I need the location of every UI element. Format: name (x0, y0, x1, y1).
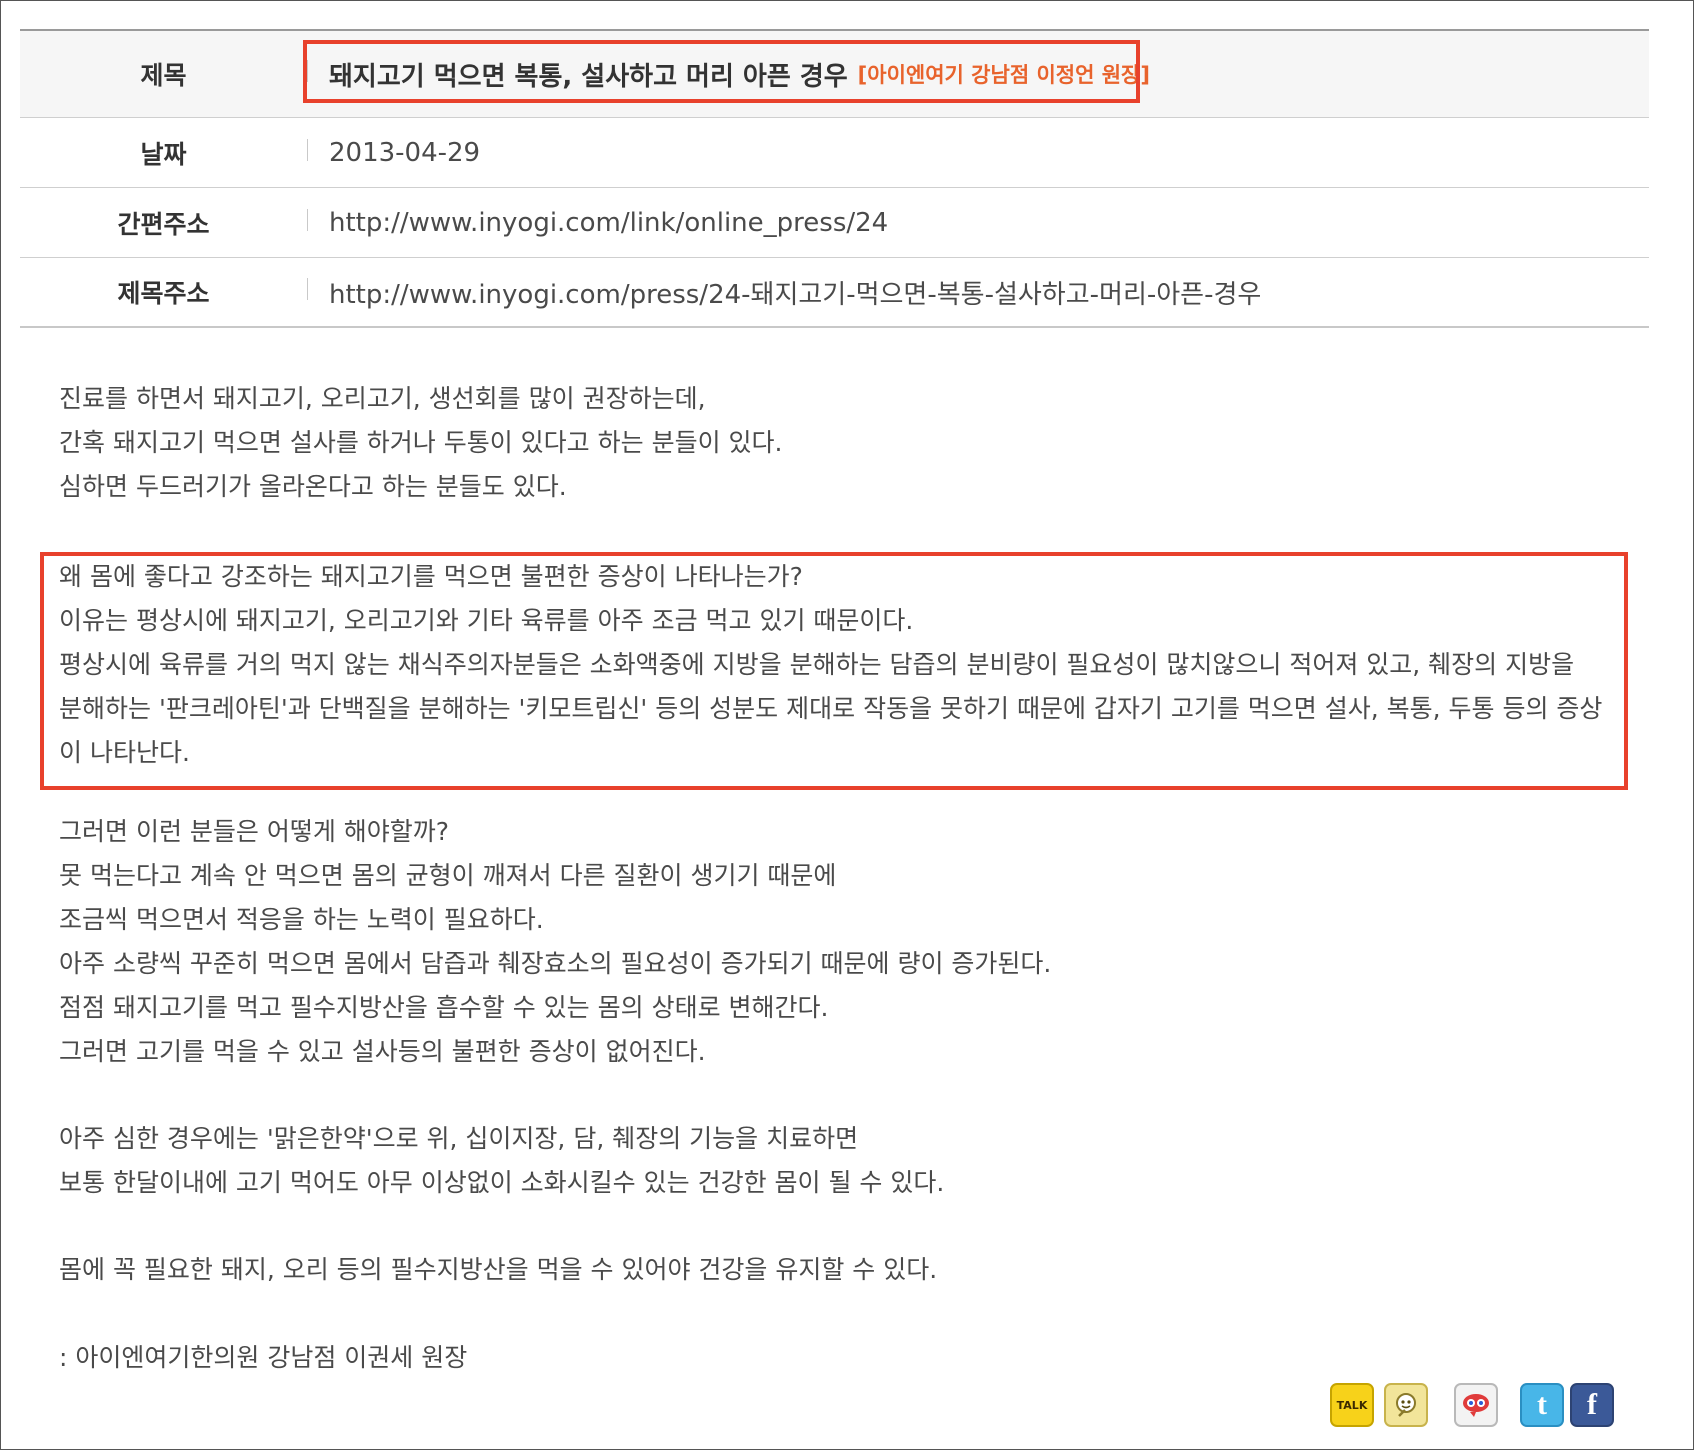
twitter-glyph: t (1537, 1388, 1547, 1421)
kakaotalk-icon[interactable]: TALK (1330, 1383, 1374, 1427)
signature-text: : 아이엔여기한의원 강남점 이권세 원장 (59, 1343, 468, 1372)
info-row-short-url: 간편주소 http://www.inyogi.com/link/online_p… (20, 188, 1649, 258)
signature: : 아이엔여기한의원 강남점 이권세 원장 (59, 1336, 1619, 1380)
text-line: 아주 심한 경우에는 '맑은한약'으로 위, 십이지장, 담, 췌장의 기능을 … (59, 1124, 859, 1153)
social-share-bar: TALK t f (1330, 1383, 1630, 1429)
yozm-icon[interactable] (1454, 1383, 1498, 1427)
short-url-value[interactable]: http://www.inyogi.com/link/online_press/… (329, 188, 1649, 257)
info-row-title-url: 제목주소 http://www.inyogi.com/press/24-돼지고기… (20, 258, 1649, 328)
text-line: 그러면 고기를 먹을 수 있고 설사등의 불편한 증상이 없어진다. (59, 1037, 706, 1066)
text-line: 그러면 이런 분들은 어떻게 해야할까? (59, 817, 450, 846)
text-line: 간혹 돼지고기 먹으면 설사를 하거나 두통이 있다고 하는 분들이 있다. (59, 428, 783, 457)
text-line: 몸에 꼭 필요한 돼지, 오리 등의 필수지방산을 먹을 수 있어야 건강을 유… (59, 1255, 938, 1284)
text-line: 왜 몸에 좋다고 강조하는 돼지고기를 먹으면 불편한 증상이 나타나는가? (59, 562, 803, 591)
info-row-date: 날짜 2013-04-29 (20, 118, 1649, 188)
label-short-url: 간편주소 (117, 209, 210, 239)
paragraph-solution: 그러면 이런 분들은 어떻게 해야할까? 못 먹는다고 계속 안 먹으면 몸의 … (59, 810, 1619, 1074)
facebook-icon[interactable]: f (1570, 1383, 1614, 1427)
paragraph-conclusion: 몸에 꼭 필요한 돼지, 오리 등의 필수지방산을 먹을 수 있어야 건강을 유… (59, 1248, 1619, 1292)
text-line: 진료를 하면서 돼지고기, 오리고기, 생선회를 많이 권장하는데, (59, 384, 706, 413)
text-line: 평상시에 육류를 거의 먹지 않는 채식주의자분들은 소화액중에 지방을 분해하… (59, 650, 1603, 767)
label-title-url: 제목주소 (117, 279, 210, 308)
article-info-table: 제목 돼지고기 먹으면 복통, 설사하고 머리 아픈 경우 [아이엔여기 강남점… (20, 29, 1649, 328)
row-divider (307, 278, 308, 300)
date-value: 2013-04-29 (329, 137, 481, 168)
text-line: 보통 한달이내에 고기 먹어도 아무 이상없이 소화시킬수 있는 건강한 몸이 … (59, 1168, 945, 1197)
me2day-icon[interactable] (1384, 1383, 1428, 1427)
text-line: 이유는 평상시에 돼지고기, 오리고기와 기타 육류를 아주 조금 먹고 있기 … (59, 606, 914, 635)
paragraph-intro: 진료를 하면서 돼지고기, 오리고기, 생선회를 많이 권장하는데, 간혹 돼지… (59, 377, 1619, 509)
me2day-glyph (1396, 1393, 1416, 1417)
text-line: 못 먹는다고 계속 안 먹으면 몸의 균형이 깨져서 다른 질환이 생기기 때문… (59, 861, 837, 890)
text-line: 점점 돼지고기를 먹고 필수지방산을 흡수할 수 있는 몸의 상태로 변해간다. (59, 993, 829, 1022)
title-url-value[interactable]: http://www.inyogi.com/press/24-돼지고기-먹으면-… (329, 258, 1649, 326)
title-highlight-box (303, 40, 1140, 103)
kakaotalk-label: TALK (1336, 1398, 1368, 1412)
text-line: 심하면 두드러기가 올라온다고 하는 분들도 있다. (59, 472, 567, 501)
paragraph-reason: 왜 몸에 좋다고 강조하는 돼지고기를 먹으면 불편한 증상이 나타나는가? 이… (59, 555, 1604, 775)
label-title: 제목 (140, 61, 187, 90)
facebook-glyph: f (1587, 1388, 1597, 1421)
text-line: 조금씩 먹으면서 적응을 하는 노력이 필요하다. (59, 905, 544, 934)
row-divider (307, 138, 308, 161)
twitter-icon[interactable]: t (1520, 1383, 1564, 1427)
paragraph-severe-case: 아주 심한 경우에는 '맑은한약'으로 위, 십이지장, 담, 췌장의 기능을 … (59, 1117, 1619, 1205)
info-row-title: 제목 돼지고기 먹으면 복통, 설사하고 머리 아픈 경우 [아이엔여기 강남점… (20, 31, 1649, 118)
row-divider (307, 208, 308, 231)
text-line: 아주 소량씩 꾸준히 먹으면 몸에서 담즙과 췌장효소의 필요성이 증가되기 때… (59, 949, 1052, 978)
label-date: 날짜 (140, 139, 187, 169)
yozm-glyph (1463, 1394, 1489, 1417)
